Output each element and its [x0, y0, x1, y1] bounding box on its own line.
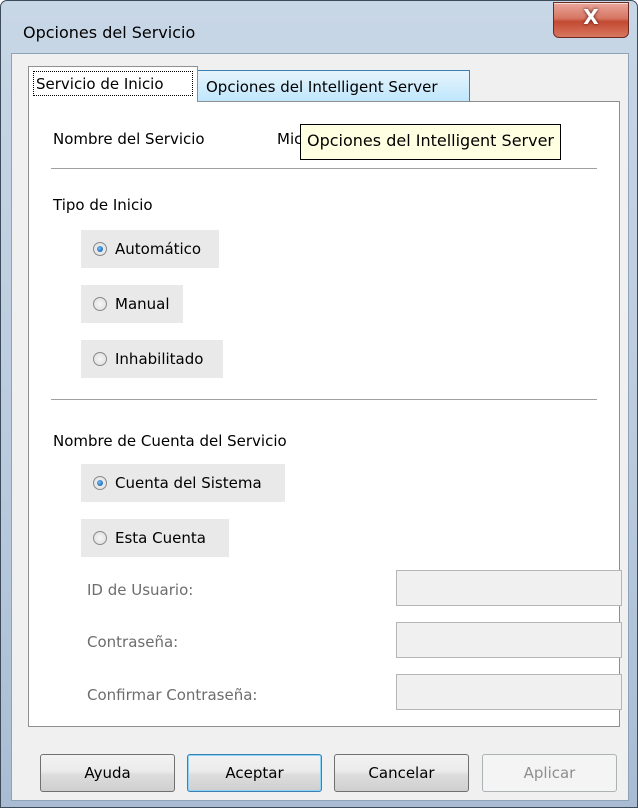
- radio-label: Automático: [115, 240, 202, 258]
- tab-opciones-intelligent-server[interactable]: Opciones del Intelligent Server: [197, 70, 470, 102]
- radio-inhabilitado[interactable]: Inhabilitado: [81, 340, 223, 378]
- separator: [51, 399, 597, 400]
- startup-type-heading: Tipo de Inicio: [53, 196, 153, 214]
- user-id-label: ID de Usuario:: [87, 581, 194, 599]
- password-input[interactable]: [396, 622, 622, 658]
- confirm-password-label: Confirmar Contraseña:: [87, 686, 258, 704]
- radio-label: Esta Cuenta: [115, 529, 206, 547]
- apply-button[interactable]: Aplicar: [482, 754, 617, 792]
- tab-label: Opciones del Intelligent Server: [206, 78, 438, 96]
- tab-tooltip: Opciones del Intelligent Server: [300, 124, 561, 160]
- confirm-password-input[interactable]: [396, 674, 622, 710]
- title-bar[interactable]: Opciones del Servicio X: [1, 1, 637, 47]
- close-icon: X: [583, 5, 599, 29]
- dialog-client-area: Servicio de Inicio Opciones del Intellig…: [11, 53, 629, 801]
- radio-unchecked-icon: [93, 352, 107, 366]
- tab-panel: Nombre del Servicio Micr Tipo de Inicio …: [28, 101, 622, 727]
- radio-label: Manual: [115, 295, 170, 313]
- separator: [51, 168, 597, 169]
- radio-manual[interactable]: Manual: [81, 285, 183, 323]
- radio-label: Inhabilitado: [115, 350, 204, 368]
- close-button[interactable]: X: [553, 2, 629, 38]
- radio-unchecked-icon: [93, 531, 107, 545]
- service-name-label: Nombre del Servicio: [53, 130, 205, 148]
- radio-esta-cuenta[interactable]: Esta Cuenta: [81, 519, 229, 557]
- password-label: Contraseña:: [87, 633, 179, 651]
- user-id-input[interactable]: [396, 570, 622, 606]
- tab-label: Servicio de Inicio: [33, 71, 193, 96]
- account-heading: Nombre de Cuenta del Servicio: [53, 432, 287, 450]
- radio-cuenta-del-sistema[interactable]: Cuenta del Sistema: [81, 464, 285, 502]
- radio-unchecked-icon: [93, 297, 107, 311]
- radio-automatico[interactable]: Automático: [81, 230, 219, 268]
- cancel-button[interactable]: Cancelar: [334, 754, 469, 792]
- window-title: Opciones del Servicio: [23, 23, 196, 42]
- radio-label: Cuenta del Sistema: [115, 474, 262, 492]
- help-button[interactable]: Ayuda: [40, 754, 175, 792]
- dialog-window: Opciones del Servicio X Servicio de Inic…: [0, 0, 638, 808]
- tab-servicio-de-inicio[interactable]: Servicio de Inicio: [28, 66, 198, 102]
- ok-button[interactable]: Aceptar: [187, 754, 322, 792]
- radio-checked-icon: [93, 242, 107, 256]
- radio-checked-icon: [93, 476, 107, 490]
